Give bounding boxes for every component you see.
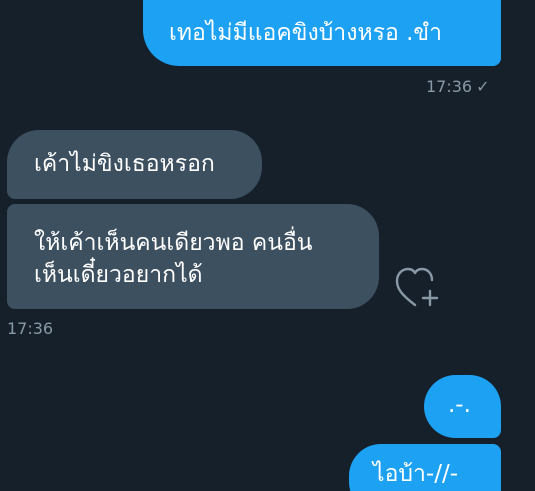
timestamp-text: 17:36 <box>426 77 473 96</box>
message-bubble-received[interactable]: เค้าไม่ขิงเธอหรอก <box>7 130 262 199</box>
heart-add-icon[interactable] <box>394 265 444 309</box>
message-bubble-sent[interactable]: .-. <box>424 375 501 438</box>
message-text-line: เห็นเดี๋ยวอยากได้ <box>34 262 203 288</box>
message-text-line: ให้เค้าเห็นคนเดียวพอ คนอื่น <box>34 230 313 256</box>
message-text: ไอบ้า-//- <box>373 461 458 487</box>
message-bubble-received[interactable]: ให้เค้าเห็นคนเดียวพอ คนอื่น เห็นเดี๋ยวอย… <box>7 204 379 309</box>
chat-thread: เทอไม่มีแอคขิงบ้างหรอ .ขำ 17:36 ✓ เค้าไม่… <box>0 0 535 491</box>
timestamp-text: 17:36 <box>7 319 54 338</box>
message-timestamp: 17:36 ✓ <box>426 77 490 96</box>
message-text: เค้าไม่ขิงเธอหรอก <box>34 151 215 177</box>
message-text: .-. <box>448 392 471 418</box>
message-timestamp: 17:36 <box>7 319 53 338</box>
message-bubble-sent[interactable]: เทอไม่มีแอคขิงบ้างหรอ .ขำ <box>143 0 501 66</box>
message-bubble-sent[interactable]: ไอบ้า-//- <box>349 444 501 491</box>
message-text: เทอไม่มีแอคขิงบ้างหรอ .ขำ <box>169 20 443 46</box>
sent-check-icon: ✓ <box>476 77 490 96</box>
